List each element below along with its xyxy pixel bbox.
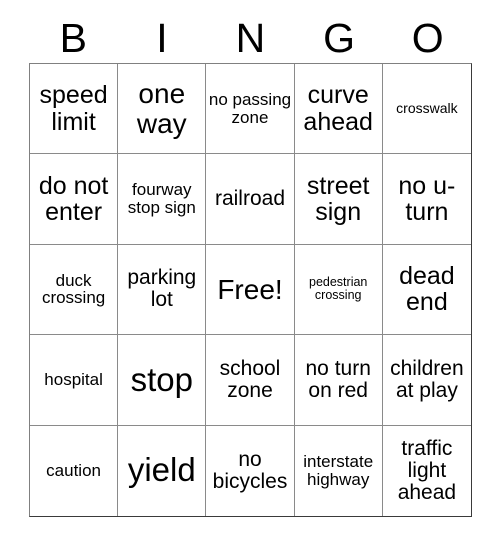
bingo-cell[interactable]: crosswalk [382,64,471,155]
bingo-cell-label: yield [127,451,196,489]
bingo-cell[interactable]: fourway stop sign [118,154,207,245]
bingo-cell-label: no passing zone [208,89,292,127]
bingo-cell[interactable]: children at play [382,335,471,426]
bingo-cell-label: crosswalk [396,100,458,117]
bingo-cell-label: duck crossing [41,270,106,308]
bingo-card: B I N G O speed limit one way no passing z… [0,0,500,544]
bingo-cell-label: no u-turn [398,171,456,227]
bingo-cell-label: dead end [399,262,455,317]
bingo-cell[interactable]: duck crossing [30,244,119,336]
bingo-cell-label: street sign [306,171,370,227]
bingo-cell[interactable]: no turn on red [294,335,383,426]
bingo-cell[interactable]: do not enter [30,154,119,245]
bingo-cell[interactable]: curve ahead [294,64,383,155]
bingo-cell-label: pedestrian crossing [309,275,368,303]
header-letter-n: N [235,15,266,61]
bingo-cell[interactable]: no u-turn [382,154,471,245]
header-letter-g: G [323,15,356,61]
bingo-cell-label: hospital [44,369,103,389]
bingo-cell[interactable]: parking lot [118,244,207,336]
bingo-cell[interactable]: no passing zone [206,64,295,155]
bingo-cell[interactable]: railroad [206,154,295,245]
bingo-cell-label: children at play [390,356,464,402]
bingo-cell-label: fourway stop sign [127,180,196,218]
bingo-cell-label: no turn on red [305,356,371,402]
bingo-cell[interactable]: interstate highway [294,425,383,516]
bingo-cell-label: do not enter [38,171,109,227]
bingo-cell-label: no bicycles [212,447,288,493]
bingo-cell-label: school zone [219,356,281,402]
bingo-cell[interactable]: stop [118,335,207,426]
bingo-cell-label: railroad [214,187,286,211]
bingo-header: B I N G O [29,14,472,63]
bingo-cell[interactable]: pedestrian crossing [294,244,383,336]
bingo-cell[interactable]: school zone [206,335,295,426]
bingo-cell[interactable]: speed limit [30,64,119,155]
bingo-cell-label: caution [46,460,101,480]
bingo-cell[interactable]: street sign [294,154,383,245]
bingo-cell-label: stop [130,360,193,398]
bingo-cell[interactable]: traffic light ahead [382,425,471,516]
bingo-cell[interactable]: no bicycles [206,425,295,516]
header-letter-o: O [411,15,444,61]
bingo-cell-label: curve ahead [303,81,373,136]
bingo-cell-label: one way [136,78,187,139]
bingo-cell-label: Free! [217,273,283,305]
bingo-cell[interactable]: one way [118,64,207,155]
bingo-cell-label: traffic light ahead [397,436,457,504]
bingo-cell[interactable]: caution [30,425,119,516]
bingo-cell[interactable]: hospital [30,335,119,426]
bingo-cell[interactable]: yield [118,425,207,516]
bingo-grid: speed limit one way no passing zone curve a… [29,63,472,517]
bingo-cell-label: parking lot [127,266,197,312]
bingo-cell-label: interstate highway [303,451,374,489]
header-letter-i: I [156,15,168,61]
bingo-free-space[interactable]: Free! [206,244,295,336]
header-letter-b: B [59,15,87,61]
bingo-cell-label: speed limit [39,81,108,136]
bingo-cell[interactable]: dead end [382,244,471,336]
